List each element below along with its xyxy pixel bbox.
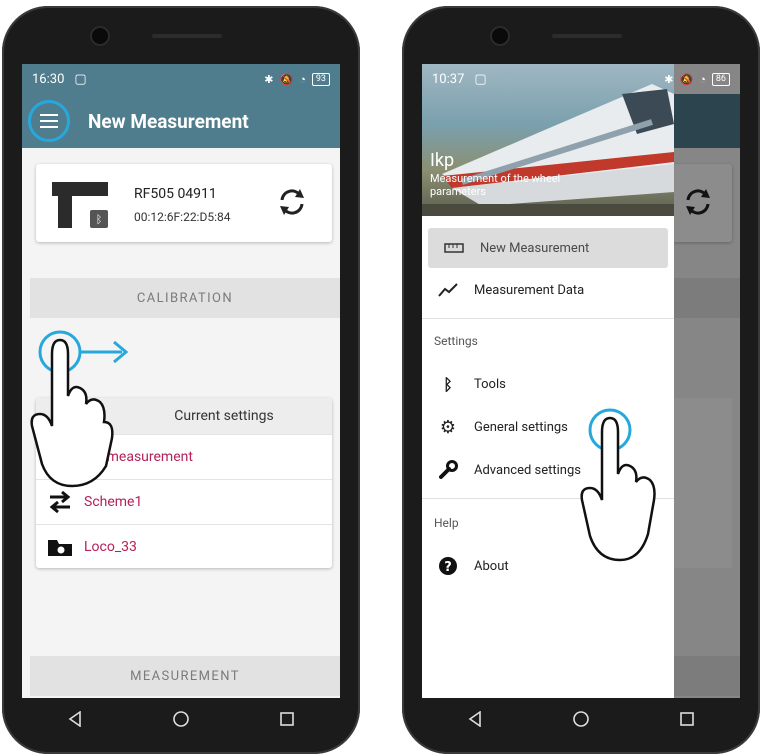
mute-icon: 🔕 [279,72,294,86]
drawer-app-subtitle: Measurement of the wheel parameters [430,172,561,198]
drawer-item-new-measurement[interactable]: New Measurement [428,228,668,268]
scanner-device-icon: ᛒ [52,182,108,228]
sim-icon: ▢ [74,71,87,87]
left-screen: 16:30 ▢ ✱ 🔕 ◔ 93 New Measurement ᛒ RF505… [22,64,340,698]
gear-icon: ⚙ [439,416,457,438]
drawer-app-name: Ikp [430,150,455,171]
left-phone: 16:30 ▢ ✱ 🔕 ◔ 93 New Measurement ᛒ RF505… [2,6,360,754]
drawer-item-label: New Measurement [480,240,590,256]
drawer-item-measurement-data[interactable]: Measurement Data [422,270,674,310]
earpiece [552,34,622,38]
front-camera [92,28,108,44]
settings-item-label: Scheme1 [84,494,143,510]
swipe-gesture-hand-icon [30,330,129,488]
drawer-item-label: Measurement Data [474,282,585,298]
right-phone: Ikp Measurement of the wheel parameters … [402,6,760,754]
mute-icon: 🔕 [679,72,694,86]
drawer-item-label: General settings [474,419,568,435]
svg-text:ᛒ: ᛒ [96,213,103,226]
recents-icon[interactable] [679,711,695,727]
home-icon[interactable] [572,710,590,728]
drawer-divider [422,318,674,319]
right-screen: Ikp Measurement of the wheel parameters … [422,64,740,698]
refresh-icon[interactable] [276,186,308,218]
wifi-icon: ◔ [699,72,706,86]
trend-icon [422,283,474,297]
wrench-icon [422,460,474,480]
measurement-button[interactable]: MEASUREMENT [30,656,340,696]
status-time: 10:37 [432,71,465,87]
device-card[interactable]: ᛒ RF505 04911 00:12:6F:22:D5:84 [36,164,332,242]
hamburger-icon [40,114,58,128]
recents-icon[interactable] [279,711,295,727]
locomotive-icon [36,536,84,558]
status-bar: 10:37 ▢ ✱ 🔕 ◔ 86 [422,64,740,94]
drawer-scrim[interactable] [674,64,740,698]
drawer-item-tools[interactable]: ᛒ Tools [422,364,674,404]
drawer-item-label: Tools [474,376,506,392]
menu-button[interactable] [28,100,70,142]
ruler-icon [428,243,480,253]
settings-item-label: Loco_33 [84,539,137,555]
device-name: RF505 04911 [134,186,217,202]
status-bar: 16:30 ▢ ✱ 🔕 ◔ 93 [22,64,340,94]
bluetooth-icon: ᛒ [443,374,453,394]
drawer-item-label: About [474,558,509,574]
device-mac: 00:12:6F:22:D5:84 [134,210,231,224]
home-icon[interactable] [172,710,190,728]
status-time: 16:30 [32,71,65,87]
navigation-drawer: Ikp Measurement of the wheel parameters … [422,64,730,698]
battery-level: 86 [711,72,730,86]
front-camera [492,28,508,44]
back-icon[interactable] [67,711,83,727]
settings-item-loco[interactable]: Loco_33 [36,524,332,568]
svg-text:?: ? [444,560,452,575]
system-nav-bar [422,698,740,740]
bluetooth-status-icon: ✱ [664,72,674,86]
app-bar: New Measurement [22,94,340,148]
battery-level: 93 [311,72,330,86]
calibration-button[interactable]: CALIBRATION [30,278,340,318]
bluetooth-status-icon: ✱ [264,72,274,86]
system-nav-bar [22,698,340,740]
help-icon: ? [422,556,474,576]
page-title: New Measurement [88,109,249,133]
wifi-icon: ◔ [299,72,306,86]
drawer-section-help: Help [434,516,459,530]
sim-icon: ▢ [474,71,487,87]
drawer-section-settings: Settings [434,334,478,348]
back-icon[interactable] [467,711,483,727]
earpiece [152,34,222,38]
tap-gesture-hand-icon [580,408,656,562]
